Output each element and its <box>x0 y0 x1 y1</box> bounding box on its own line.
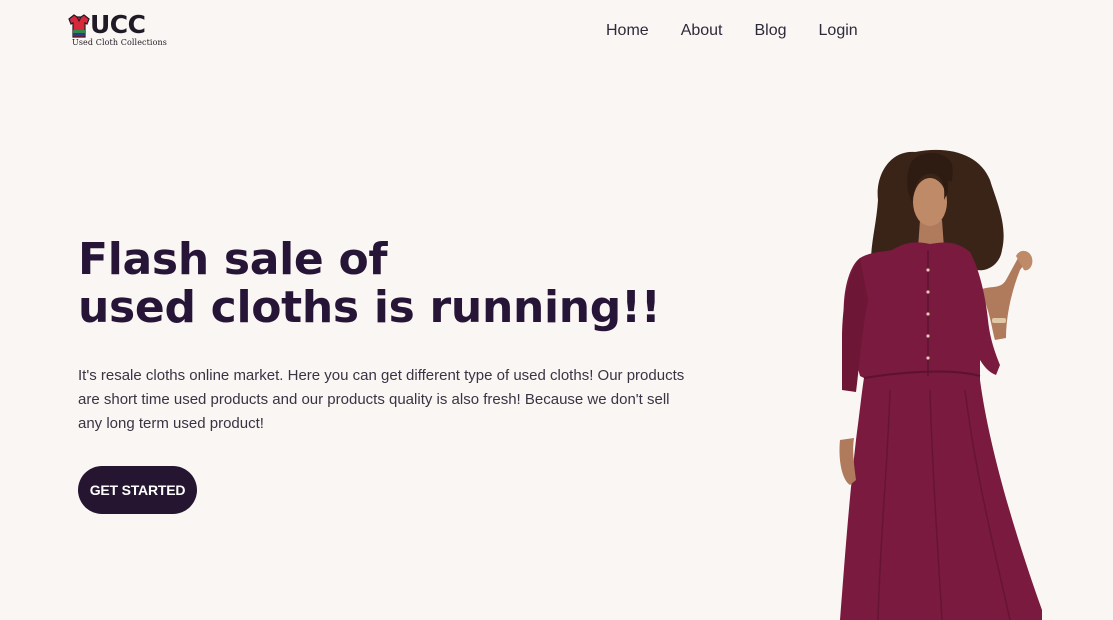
landing-page: UCC Used Cloth Collections Home About Bl… <box>0 0 1113 620</box>
brand-name: UCC <box>90 10 146 39</box>
nav-login-link[interactable]: Login <box>819 20 858 42</box>
hero-title-line-1: Flash sale of <box>78 234 388 285</box>
main-nav: Home About Blog Login <box>606 20 858 42</box>
model-image <box>839 149 1042 620</box>
brand-logo[interactable]: UCC Used Cloth Collections <box>68 10 168 49</box>
hero-title: Flash sale of used cloths is running!! <box>78 236 661 332</box>
hero-title-line-2: used cloths is running!! <box>78 282 661 333</box>
brand-tagline: Used Cloth Collections <box>72 38 167 47</box>
nav-home-link[interactable]: Home <box>606 20 649 42</box>
get-started-button[interactable]: GET STARTED <box>78 466 197 514</box>
shirt-logo-icon <box>68 14 90 38</box>
hero-description: It's resale cloths online market. Here y… <box>78 367 685 432</box>
nav-about-link[interactable]: About <box>681 20 723 42</box>
nav-blog-link[interactable]: Blog <box>755 20 787 42</box>
